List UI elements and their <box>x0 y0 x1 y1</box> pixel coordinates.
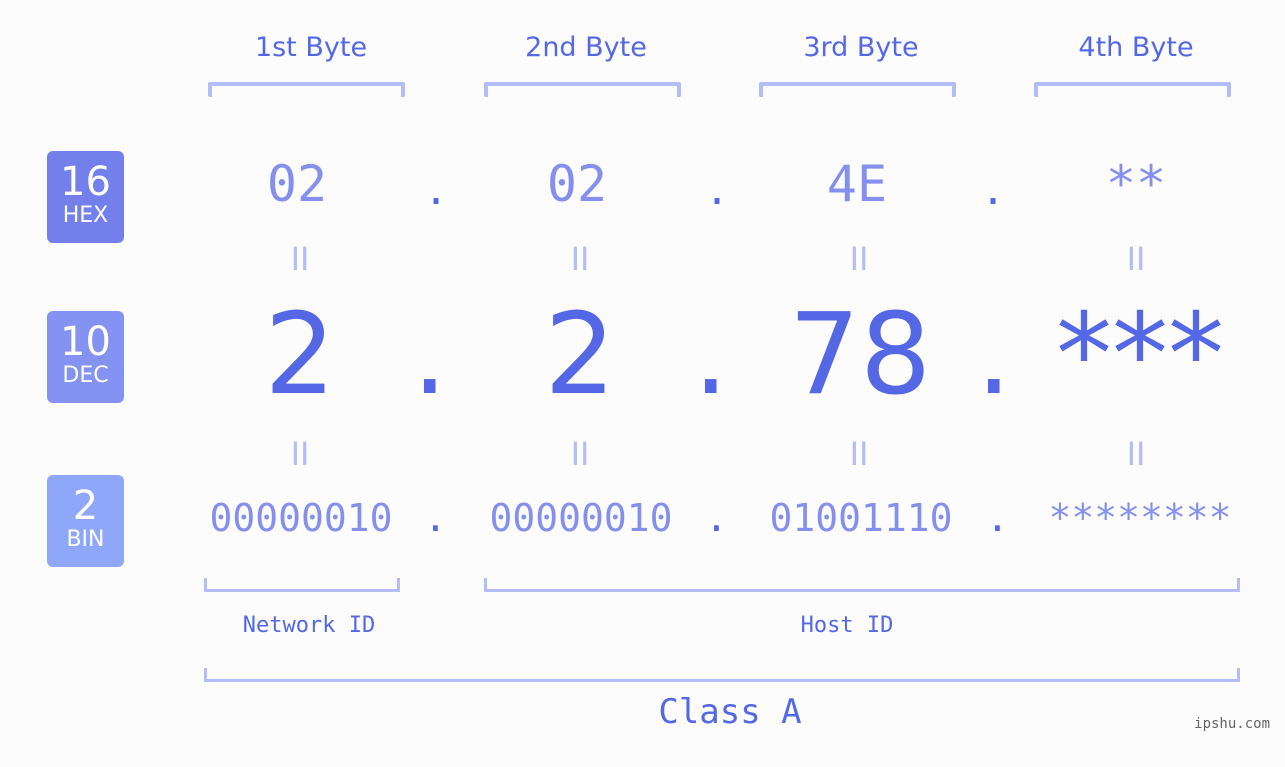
bin-separator-3: . <box>986 496 1009 540</box>
byte-header-4: 4th Byte <box>1078 32 1194 63</box>
dec-separator-1: . <box>412 290 448 420</box>
bin-byte-1: 00000010 <box>209 496 393 540</box>
byte-bracket-2 <box>484 82 681 97</box>
equals-icon: II <box>570 240 590 278</box>
byte-header-1: 1st Byte <box>254 32 368 63</box>
byte-bracket-3 <box>759 82 956 97</box>
class-label: Class A <box>658 692 802 732</box>
dec-separator-2: . <box>693 290 729 420</box>
network-id-label: Network ID <box>242 613 376 638</box>
equals-icon: II <box>290 435 310 473</box>
equals-icon: II <box>290 240 310 278</box>
byte-header-2: 2nd Byte <box>525 32 647 63</box>
hex-separator-3: . <box>981 168 1006 214</box>
host-id-bracket <box>484 578 1240 592</box>
dec-byte-1: 2 <box>264 290 336 420</box>
bin-badge-label: BIN <box>66 527 105 552</box>
bin-badge: 2 BIN <box>47 475 124 567</box>
bin-badge-number: 2 <box>72 483 99 529</box>
dec-badge-label: DEC <box>62 363 109 388</box>
hex-byte-1: 02 <box>266 155 328 213</box>
dec-byte-3: 78 <box>788 290 932 420</box>
dec-badge-number: 10 <box>60 319 111 365</box>
byte-bracket-1 <box>208 82 405 97</box>
dec-byte-4: *** <box>1056 290 1224 420</box>
host-id-label: Host ID <box>800 613 894 638</box>
bin-separator-1: . <box>424 496 447 540</box>
byte-bracket-4 <box>1034 82 1231 97</box>
hex-byte-4: ** <box>1105 155 1167 213</box>
equals-icon: II <box>1126 435 1146 473</box>
class-bracket <box>204 668 1240 682</box>
equals-icon: II <box>849 435 869 473</box>
dec-byte-2: 2 <box>544 290 616 420</box>
watermark: ipshu.com <box>1194 716 1270 732</box>
bin-byte-3: 01001110 <box>769 496 953 540</box>
hex-separator-2: . <box>705 168 730 214</box>
hex-badge-label: HEX <box>62 203 109 228</box>
byte-header-3: 3rd Byte <box>803 32 919 63</box>
hex-badge: 16 HEX <box>47 151 124 243</box>
bin-separator-2: . <box>705 496 728 540</box>
bin-byte-4: ******** <box>1048 496 1232 540</box>
hex-separator-1: . <box>424 168 449 214</box>
hex-byte-2: 02 <box>546 155 608 213</box>
bin-byte-2: 00000010 <box>489 496 673 540</box>
equals-icon: II <box>849 240 869 278</box>
equals-icon: II <box>570 435 590 473</box>
network-id-bracket <box>204 578 400 592</box>
dec-separator-3: . <box>976 290 1012 420</box>
equals-icon: II <box>1126 240 1146 278</box>
dec-badge: 10 DEC <box>47 311 124 403</box>
hex-badge-number: 16 <box>60 159 111 205</box>
hex-byte-3: 4E <box>826 155 888 213</box>
